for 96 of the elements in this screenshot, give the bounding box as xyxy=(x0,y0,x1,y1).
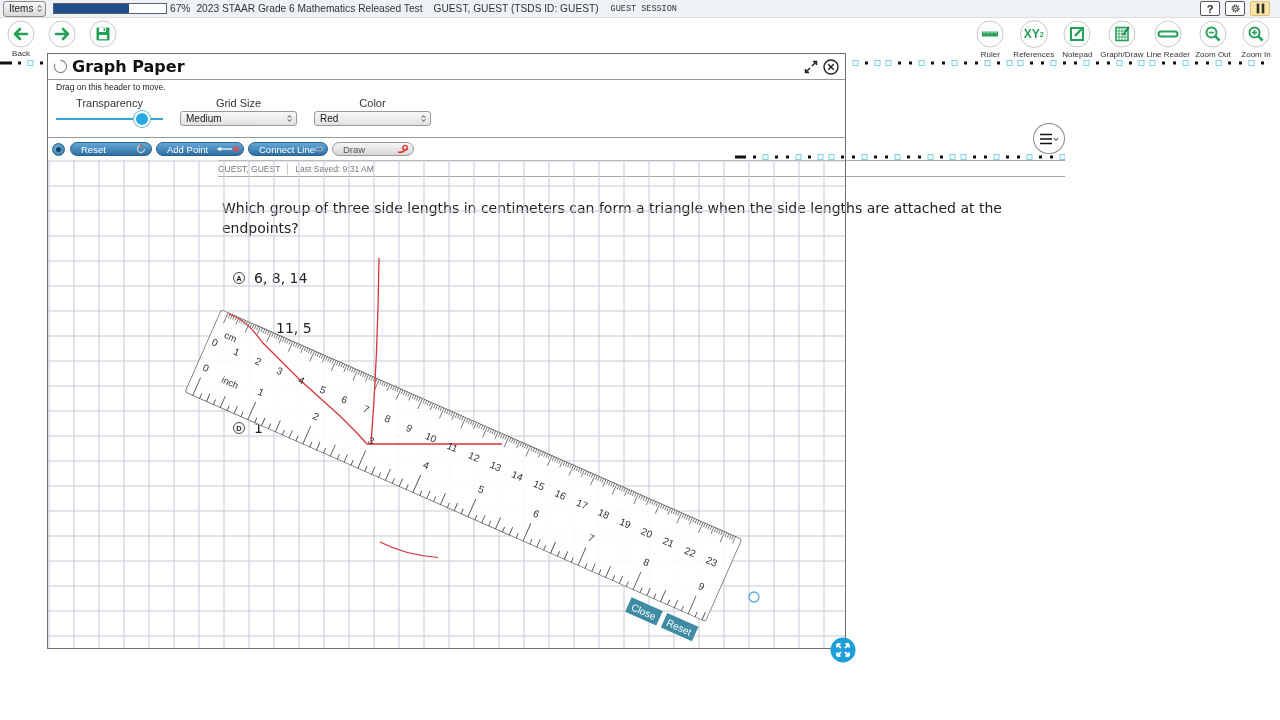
ruler-number: 9 xyxy=(404,422,415,435)
ruler-number: 21 xyxy=(661,535,676,550)
ruler-number: 5 xyxy=(318,383,328,397)
ruler-number: 4 xyxy=(421,458,431,472)
point-line-icon xyxy=(216,144,242,154)
grid-size-select[interactable]: Medium xyxy=(180,111,297,126)
ruler-icon xyxy=(976,20,1005,48)
ruler-number: 19 xyxy=(617,516,633,531)
ruler-number: 5 xyxy=(476,483,486,496)
ruler-number: 3 xyxy=(366,434,376,447)
ruler-number: 18 xyxy=(596,506,611,522)
graph-tool-button[interactable]: Graph/Draw xyxy=(1100,20,1144,59)
color-select[interactable]: Red xyxy=(314,111,431,126)
student-info: GUEST, GUEST (TSDS ID: GUEST) xyxy=(433,3,599,14)
point-tool-button[interactable]: Add Point xyxy=(156,142,244,156)
refresh-arrow-icon xyxy=(135,144,147,154)
ruler-number: 1 xyxy=(256,386,266,399)
back-button[interactable]: Back xyxy=(7,20,35,58)
scribble-icon xyxy=(397,144,409,154)
ruler-number: 8 xyxy=(641,556,652,569)
reset-tool-button[interactable]: Reset xyxy=(70,142,152,156)
ruler-number: 15 xyxy=(531,478,547,493)
formula-symbol: XY$^{2}$ xyxy=(1019,20,1048,48)
expand-arrows-icon[interactable] xyxy=(804,59,818,74)
ruler-unit-label: cm xyxy=(222,329,239,345)
ruler-close-button[interactable]: Close xyxy=(625,597,663,626)
ruler-number: 16 xyxy=(553,487,568,503)
ruler-number: 11 xyxy=(445,440,460,455)
ruler-number: 22 xyxy=(682,544,698,560)
ruler-number: 4 xyxy=(296,374,307,387)
menu-button[interactable] xyxy=(1033,123,1065,154)
ruler-tool-button[interactable]: Ruler xyxy=(970,20,1011,59)
ruler-number: 8 xyxy=(383,412,393,425)
last-saved-text: Last Saved: 9:31 AM xyxy=(295,163,374,174)
menu-icon xyxy=(1039,132,1059,145)
ruler-reset-button[interactable]: Reset xyxy=(660,612,699,642)
window-title: Graph Paper xyxy=(72,57,185,76)
draw-tool-button[interactable]: Draw xyxy=(332,142,414,156)
line-bar-icon xyxy=(1154,20,1183,48)
ruler-unit-label: inch xyxy=(219,373,241,391)
drawn-curve xyxy=(379,541,439,559)
notepad-pencil-icon xyxy=(1063,20,1092,48)
control-label: Transparency xyxy=(76,97,143,110)
updown-caret-icon xyxy=(37,4,42,13)
line-tool-button[interactable]: Connect Line xyxy=(248,142,328,156)
pause-button[interactable] xyxy=(1250,1,1270,16)
updown-caret-icon xyxy=(421,114,426,123)
zoom-out-tool-button[interactable]: Zoom Out xyxy=(1193,20,1233,59)
close-icon[interactable] xyxy=(823,58,839,75)
ruler-number: 13 xyxy=(488,458,503,474)
updown-caret-icon xyxy=(287,114,292,123)
ruler-number: 0 xyxy=(210,336,220,349)
settings-button[interactable] xyxy=(1225,1,1245,16)
slider-thumb[interactable] xyxy=(133,111,150,127)
ruler-number: 7 xyxy=(361,402,371,416)
ruler-number: 6 xyxy=(339,393,350,406)
test-title: 2023 STAAR Grade 6 Mathematics Released Test xyxy=(196,3,423,14)
zoom-out-icon xyxy=(1199,20,1227,48)
option-text[interactable]: 11, 5 xyxy=(276,320,312,336)
ruler-number: 1 xyxy=(231,345,242,359)
ruler-number: 17 xyxy=(574,497,590,512)
help-button[interactable]: ? xyxy=(1200,1,1220,16)
record-button[interactable] xyxy=(52,142,65,156)
control-label: Color xyxy=(359,97,386,110)
ruler-number: 2 xyxy=(311,410,321,423)
double-arrow-icon xyxy=(315,144,323,154)
notepad-tool-button[interactable]: Notepad xyxy=(1057,20,1098,59)
pause-icon xyxy=(1254,3,1266,14)
progress-percent: 67% xyxy=(170,3,191,14)
option-text[interactable]: 1 xyxy=(254,420,263,436)
loading-ring-icon xyxy=(53,59,68,74)
zoom-in-icon xyxy=(1242,20,1270,48)
ruler-number: 23 xyxy=(704,554,719,569)
line-reader-tool-button[interactable]: Line Reader xyxy=(1146,20,1190,59)
student-name: GUEST, GUEST xyxy=(218,163,281,174)
session-label: GUEST SESSION xyxy=(610,3,677,14)
ring-handle-icon[interactable] xyxy=(748,591,760,603)
ruler-number: 20 xyxy=(639,525,655,541)
ruler-number: 6 xyxy=(531,507,541,520)
option-text[interactable]: 6, 8, 14 xyxy=(254,270,308,286)
references-tool-button[interactable]: XY$^{2}$ References xyxy=(1013,20,1055,59)
control-label: Grid Size xyxy=(215,97,262,110)
ruler-number: 12 xyxy=(466,449,482,464)
grid-pencil-icon xyxy=(1107,20,1136,48)
ruler-number: 7 xyxy=(586,531,597,545)
ruler-number: 0 xyxy=(201,361,211,375)
dot-icon xyxy=(56,146,61,152)
ruler-number: 9 xyxy=(696,580,707,593)
zoom-in-tool-button[interactable]: Zoom In xyxy=(1236,20,1276,59)
ruler-number: 10 xyxy=(423,430,439,445)
ruler-number: 2 xyxy=(253,355,263,368)
settings-icon xyxy=(1229,3,1241,14)
ruler-number: 3 xyxy=(275,364,285,378)
items-menu[interactable]: Items xyxy=(3,0,46,17)
floppy-disk-icon xyxy=(89,20,117,48)
ruler-number: 14 xyxy=(510,468,525,484)
